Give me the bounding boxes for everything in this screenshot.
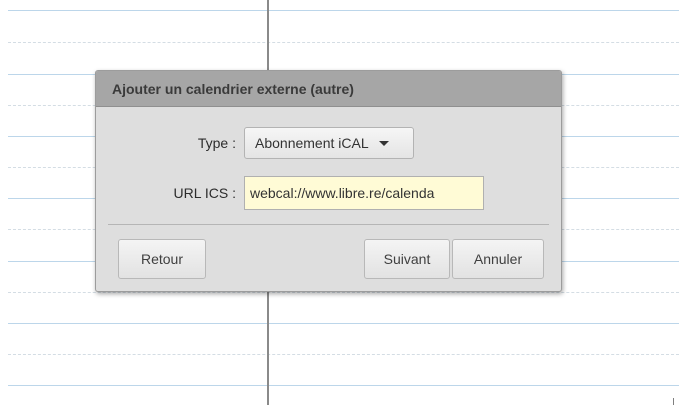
- type-label: Type :: [197, 135, 236, 151]
- url-label: URL ICS :: [173, 185, 237, 201]
- grid-line-half: [8, 42, 679, 43]
- grid-line: [8, 323, 679, 324]
- dialog-title: Ajouter un calendrier externe (autre): [112, 80, 354, 97]
- grid-line-half: [8, 354, 679, 355]
- type-select[interactable]: Abonnement iCAL: [244, 127, 414, 159]
- add-external-calendar-dialog: Ajouter un calendrier externe (autre) Ty…: [95, 70, 562, 292]
- grid-line: [8, 10, 679, 11]
- scroll-tick: [673, 398, 674, 405]
- url-ics-input[interactable]: [244, 176, 484, 210]
- type-select-value: Abonnement iCAL: [255, 135, 369, 151]
- caret-down-icon: [378, 140, 389, 146]
- next-button[interactable]: Suivant: [364, 239, 450, 279]
- back-button[interactable]: Retour: [118, 239, 206, 279]
- dialog-header: Ajouter un calendrier externe (autre): [96, 71, 561, 107]
- dialog-divider: [108, 224, 549, 225]
- grid-line-half: [8, 292, 679, 293]
- cancel-button[interactable]: Annuler: [452, 239, 544, 279]
- grid-line: [8, 385, 679, 386]
